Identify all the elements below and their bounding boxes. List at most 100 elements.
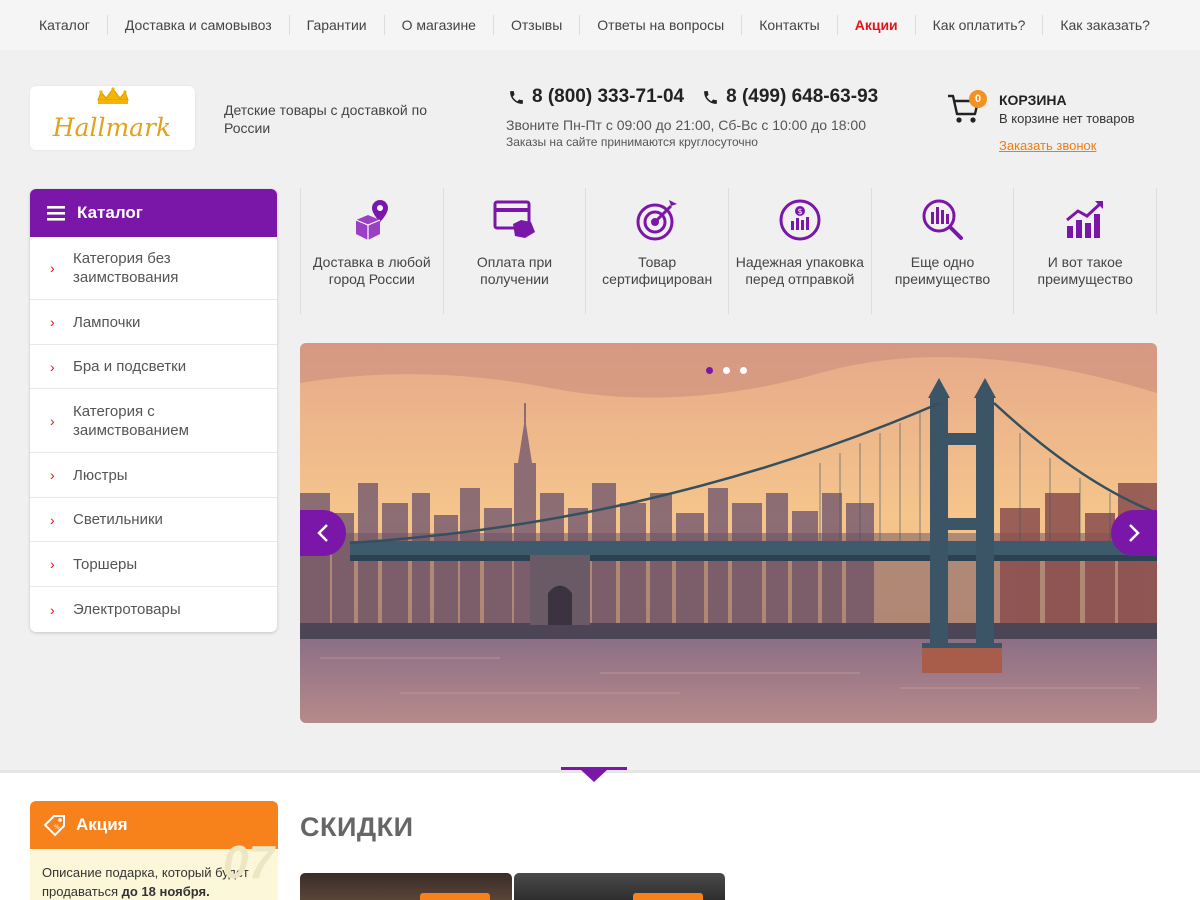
chevron-left-icon <box>317 524 328 542</box>
search-analytics-icon <box>922 199 963 240</box>
catalog-item-label: Торшеры <box>73 555 138 573</box>
request-callback-link[interactable]: Заказать звонок <box>999 138 1096 153</box>
advantage-item: Товар сертифицирован <box>585 188 728 314</box>
cart-count-badge: 0 <box>969 90 987 108</box>
phone-text-1: 8 (800) 333-71-04 <box>532 86 685 107</box>
catalog-title: Каталог <box>77 203 143 222</box>
advantage-label: Надежная упаковка перед отправкой <box>735 254 864 287</box>
chevron-right-icon: › <box>50 556 55 572</box>
section-divider-arrow <box>561 767 627 782</box>
chevron-right-icon: › <box>50 511 55 528</box>
nav-delivery[interactable]: Доставка и самовывоз <box>106 15 289 35</box>
catalog-item-label: Светильники <box>73 511 163 528</box>
nav-reviews[interactable]: Отзывы <box>492 15 579 35</box>
nav-contacts[interactable]: Контакты <box>741 15 836 35</box>
nav-how-to-order[interactable]: Как заказать? <box>1042 15 1167 35</box>
growth-chart-icon <box>1066 201 1104 238</box>
payment-on-delivery-icon <box>493 200 535 238</box>
nav-how-to-pay[interactable]: Как оплатить? <box>914 15 1043 35</box>
catalog-item-label: Бра и подсветки <box>73 358 187 375</box>
discount-badge <box>419 893 490 900</box>
slider-dot[interactable] <box>740 367 747 374</box>
advantage-label: Товар сертифицирован <box>602 254 713 287</box>
phone-icon <box>704 90 717 104</box>
phone-text-2: 8 (499) 648-63-93 <box>726 86 879 107</box>
slider-dot[interactable] <box>706 367 713 374</box>
site-header: Hallmark Детские товары с доставкой по Р… <box>0 50 1200 170</box>
catalog-item-label: Люстры <box>73 466 128 484</box>
phone-number-2[interactable]: 8 (499) 648-63-93 <box>702 86 878 108</box>
chevron-right-icon: › <box>50 358 55 375</box>
nav-sales[interactable]: Акции <box>836 15 915 35</box>
advantage-label: Оплата при получении <box>476 254 553 287</box>
logo[interactable]: Hallmark <box>30 86 195 150</box>
advantage-item: И вот такое преимущество <box>1013 188 1158 314</box>
nav-about[interactable]: О магазине <box>383 15 493 35</box>
catalog-item[interactable]: › Категория с заимствованием <box>30 389 277 453</box>
advantage-item: Оплата при получении <box>442 188 586 314</box>
site-tagline: Детские товары с доставкой по России <box>224 102 427 136</box>
nav-faq[interactable]: Ответы на вопросы <box>579 15 741 35</box>
discount-badge <box>633 893 703 900</box>
menu-icon <box>47 205 65 221</box>
promo-title: Акция <box>76 815 128 834</box>
promo-box: % Акция 07 Описание подарка, который буд… <box>30 801 278 900</box>
catalog-item[interactable]: › Бра и подсветки <box>30 345 277 389</box>
slider-prev-button[interactable] <box>300 510 346 556</box>
catalog-item-label: Категория без заимствования <box>73 250 179 286</box>
logo-text: Hallmark <box>52 113 171 142</box>
cart-status: В корзине нет товаров <box>999 111 1135 126</box>
promo-deadline: до 18 ноября. <box>121 884 210 899</box>
discounts-title: СКИДКИ <box>300 812 414 842</box>
catalog-item[interactable]: › Лампочки <box>30 300 277 345</box>
svg-text:$: $ <box>797 207 802 216</box>
advantage-item: $ Надежная упаковка перед отправкой <box>728 188 871 314</box>
catalog-item-label: Лампочки <box>73 313 141 331</box>
slider-next-button[interactable] <box>1111 510 1157 556</box>
delivery-location-icon <box>355 200 388 240</box>
chevron-right-icon: › <box>50 412 55 429</box>
promo-watermark: 07 <box>222 836 274 888</box>
top-navigation: Каталог Доставка и самовывоз Гарантии О … <box>0 0 1200 50</box>
catalog-item[interactable]: › Торшеры <box>30 542 277 587</box>
promo-description: 07 Описание подарка, который будет прода… <box>30 836 278 900</box>
advantage-item: Еще одно преимущество <box>870 188 1014 314</box>
cart-title: КОРЗИНА <box>999 92 1067 108</box>
phone-icon <box>510 90 523 104</box>
nav-guarantees[interactable]: Гарантии <box>288 15 384 35</box>
certified-target-icon <box>636 200 678 241</box>
advantage-label: Еще одно преимущество <box>894 254 991 287</box>
cart-widget[interactable]: 0 КОРЗИНА В корзине нет товаров <box>946 90 1166 130</box>
advantage-item: Доставка в любой город России <box>300 188 443 314</box>
chevron-right-icon: › <box>50 601 55 618</box>
nav-catalog[interactable]: Каталог <box>22 15 107 35</box>
advantage-label: Доставка в любой город России <box>313 254 431 287</box>
secure-packaging-icon: $ <box>779 199 821 241</box>
slider-pagination <box>706 367 747 374</box>
catalog-sidebar: Каталог › Категория без заимствования › Ла… <box>30 189 277 632</box>
product-card[interactable] <box>513 873 725 900</box>
advantage-label: И вот такое преимущество <box>1037 254 1133 287</box>
catalog-item-label: Категория с заимствованием <box>73 402 189 439</box>
catalog-item[interactable]: › Электротовары <box>30 587 277 632</box>
catalog-item[interactable]: › Категория без заимствования <box>30 237 277 300</box>
product-card[interactable] <box>300 873 512 900</box>
crown-icon: Hallmark <box>52 87 171 142</box>
catalog-item-label: Электротовары <box>73 601 181 618</box>
chevron-right-icon: › <box>50 467 55 483</box>
chevron-right-icon <box>1129 524 1140 542</box>
catalog-header[interactable]: Каталог <box>30 189 277 237</box>
gift-tag-icon: % <box>43 815 65 837</box>
advantages-strip: Доставка в любой город России Оплата при… <box>300 188 1158 314</box>
chevron-right-icon: › <box>50 314 55 330</box>
phone-number-1[interactable]: 8 (800) 333-71-04 <box>508 86 684 108</box>
slider-dot[interactable] <box>723 367 730 374</box>
working-hours: Звоните Пн-Пт с 09:00 до 21:00, Сб-Вс с … <box>506 117 867 133</box>
hero-slider <box>300 343 1157 723</box>
svg-text:%: % <box>54 824 60 831</box>
phones: 8 (800) 333-71-04 8 (499) 648-63-93 <box>508 86 878 108</box>
discount-products <box>300 873 725 900</box>
slide-image-city-bridge <box>300 343 1157 723</box>
catalog-item[interactable]: › Светильники <box>30 498 277 542</box>
catalog-item[interactable]: › Люстры <box>30 453 277 498</box>
